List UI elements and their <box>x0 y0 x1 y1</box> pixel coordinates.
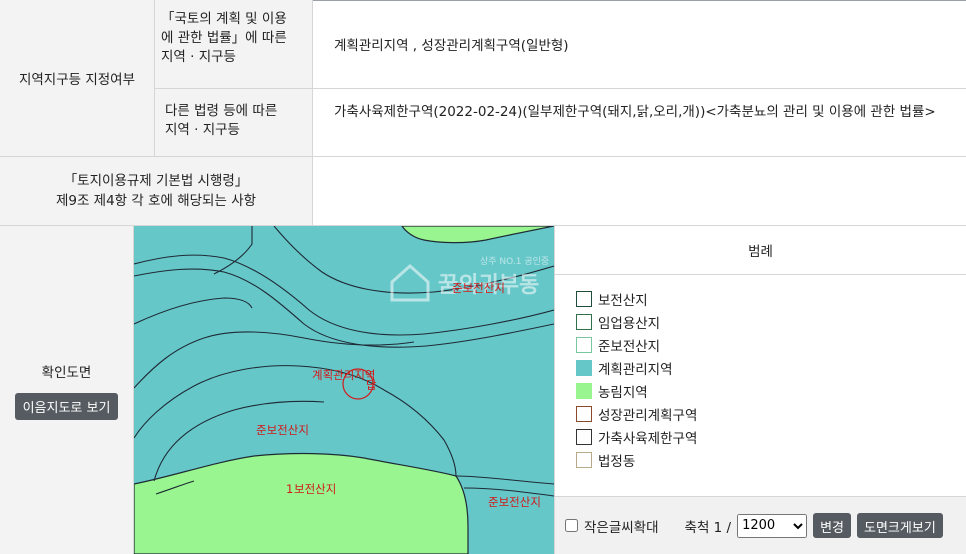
legend-swatch <box>576 336 592 353</box>
legend-item-label: 가축사육제한구역 <box>598 430 698 447</box>
legend-item: 성장관리계획구역 <box>576 402 966 425</box>
legend-item: 법정동 <box>576 448 966 471</box>
zoning-map-canvas[interactable]: 상주 NO.1 공인중 꿈의귀부동 준보전산지 계획관리지역 답 준보전산지 1… <box>134 226 554 554</box>
map-label-bottom: 보전산지 <box>294 482 336 496</box>
scale-change-button[interactable]: 변경 <box>813 513 852 538</box>
view-land-map-button[interactable]: 이음지도로 보기 <box>14 392 119 420</box>
regulation-decree-line-2: 제9조 제4항 각 호에 해당되는 사항 <box>55 193 257 209</box>
legend-swatch <box>576 313 592 330</box>
legend-item: 보전산지 <box>576 287 966 310</box>
scale-select[interactable]: 1200 <box>737 513 808 538</box>
national-land-law-value-cell: 계획관리지역 , 성장관리계획구역(일반형) <box>313 0 966 89</box>
legend-swatch <box>576 451 592 468</box>
confirm-map-header: 확인도면 이음지도로 보기 <box>0 226 134 554</box>
map-label-left: 준보전산지 <box>256 423 309 437</box>
national-land-law-line-1: 「국토의 계획 및 이용 <box>161 11 287 27</box>
legend-swatch <box>576 405 592 422</box>
map-label-center-mark: 답 <box>366 378 377 392</box>
national-land-law-value: 계획관리지역 , 성장관리계획구역(일반형) <box>334 38 569 54</box>
map-label-right: 준보전산지 <box>488 495 541 509</box>
legend-swatch <box>576 359 592 376</box>
legend-item: 계획관리지역 <box>576 356 966 379</box>
small-font-label[interactable]: 작은글씨확대 <box>584 516 659 536</box>
regulation-decree-line-1: 「토지이용규제 기본법 시행령」 <box>63 173 249 189</box>
legend-item: 농림지역 <box>576 379 966 402</box>
other-laws-value-cell: 가축사육제한구역(2022-02-24)(일부제한구역(돼지,닭,오리,개))<… <box>313 89 966 157</box>
legend-swatch <box>576 382 592 399</box>
map-legend: 범례 보전산지 임업용산지 준보전산지 계획관리지역 농림지역 성장관리계획구역 <box>554 226 966 496</box>
legend-item: 임업용산지 <box>576 310 966 333</box>
national-land-law-header: 「국토의 계획 및 이용 에 관한 법률」에 따른 지역 · 지구등 <box>155 0 313 89</box>
national-land-law-line-2: 에 관한 법률」에 따른 <box>161 30 287 46</box>
other-laws-header: 다른 법령 등에 따른 지역 · 지구등 <box>155 89 313 157</box>
legend-swatch <box>576 290 592 307</box>
legend-item-label: 법정동 <box>598 453 636 470</box>
legend-item: 가축사육제한구역 <box>576 425 966 448</box>
other-laws-line-1: 다른 법령 등에 따른 <box>165 103 278 119</box>
watermark-small-text: 상주 NO.1 공인중 <box>480 256 549 267</box>
legend-title: 범례 <box>555 226 966 275</box>
zone-designation-label: 지역지구등 지정여부 <box>18 72 136 88</box>
zoning-map[interactable]: 상주 NO.1 공인중 꿈의귀부동 준보전산지 계획관리지역 답 준보전산지 1… <box>134 226 554 554</box>
legend-item-label: 준보전산지 <box>598 338 661 355</box>
zone-designation-header: 지역지구등 지정여부 <box>0 0 155 157</box>
legend-item-label: 임업용산지 <box>598 315 661 332</box>
regulation-decree-value-cell <box>313 157 966 226</box>
legend-swatch <box>576 428 592 445</box>
scale-label: 축척 1 / <box>684 519 732 536</box>
legend-item-label: 보전산지 <box>598 292 648 309</box>
map-controls: 작은글씨확대 축척 1 / 1200 변경 도면크게보기 <box>554 496 966 554</box>
regulation-decree-header: 「토지이용규제 기본법 시행령」 제9조 제4항 각 호에 해당되는 사항 <box>0 157 313 226</box>
map-label-bottom-prefix: 1 <box>286 482 293 496</box>
map-label-top: 준보전산지 <box>452 281 505 295</box>
small-font-checkbox[interactable] <box>565 519 578 532</box>
other-laws-value: 가축사육제한구역(2022-02-24)(일부제한구역(돼지,닭,오리,개))<… <box>334 104 936 120</box>
other-laws-line-2: 지역 · 지구등 <box>165 122 240 138</box>
national-land-law-line-3: 지역 · 지구등 <box>161 49 236 65</box>
legend-item-label: 성장관리계획구역 <box>598 407 698 424</box>
legend-list: 보전산지 임업용산지 준보전산지 계획관리지역 농림지역 성장관리계획구역 가축… <box>555 275 966 471</box>
legend-item-label: 농림지역 <box>598 384 648 401</box>
confirm-map-label: 확인도면 <box>41 364 92 381</box>
legend-item: 준보전산지 <box>576 333 966 356</box>
enlarge-map-button[interactable]: 도면크게보기 <box>857 513 943 538</box>
legend-item-label: 계획관리지역 <box>598 361 673 378</box>
